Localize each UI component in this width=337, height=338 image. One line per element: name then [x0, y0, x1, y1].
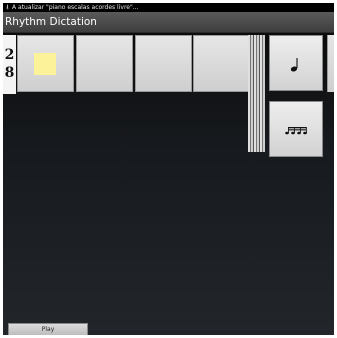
time-signature: 2 8 — [3, 35, 16, 94]
app-title: Rhythm Dictation — [5, 16, 97, 28]
status-text: A atualizar "piano escalas acordes livre… — [12, 4, 139, 11]
quarter-note-icon — [290, 58, 298, 72]
app-title-bar: Rhythm Dictation — [3, 12, 334, 33]
time-signature-top: 2 — [4, 47, 15, 63]
download-arrow-icon: ⭳ — [6, 3, 9, 11]
beat-cell-1[interactable] — [17, 35, 74, 92]
dictation-area: 2 8 Play — [3, 33, 334, 335]
beat-cell-4[interactable] — [193, 35, 250, 92]
beat-cell-2[interactable] — [76, 35, 133, 92]
play-button[interactable]: Play — [8, 323, 88, 335]
four-sixteenth-notes-icon — [285, 127, 307, 135]
quarter-note-palette-button[interactable] — [269, 35, 323, 91]
time-signature-bottom: 8 — [4, 65, 15, 81]
device-screen: ⭳ A atualizar "piano escalas acordes livr… — [3, 3, 334, 335]
beat-cell-3[interactable] — [135, 35, 192, 92]
next-cell-partial[interactable] — [327, 35, 334, 92]
status-bar: ⭳ A atualizar "piano escalas acordes livr… — [3, 3, 334, 12]
sixteenth-notes-palette-button[interactable] — [269, 101, 323, 157]
barline — [248, 35, 265, 152]
